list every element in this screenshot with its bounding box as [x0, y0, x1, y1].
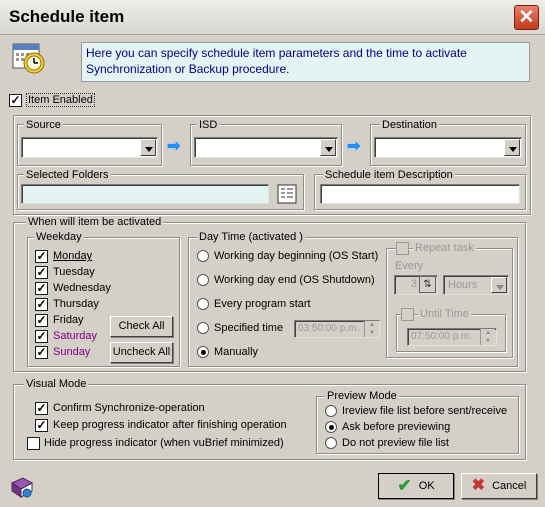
keep-progress-label: Keep progress indicator after finishing …: [53, 419, 287, 431]
saturday-checkbox[interactable]: ✓: [35, 330, 48, 343]
confirm-sync-label: Confirm Synchronize-operation: [53, 402, 205, 414]
radio-no-preview[interactable]: [325, 437, 337, 449]
uncheck-all-button[interactable]: Uncheck All: [110, 342, 173, 363]
sunday-checkbox[interactable]: ✓: [35, 346, 48, 359]
confirm-sync-checkbox[interactable]: ✓: [35, 402, 48, 415]
radio-program-start[interactable]: [197, 298, 209, 310]
weekday-label: Weekday: [34, 231, 84, 243]
item-enabled-label: Item Enabled: [26, 93, 95, 107]
radio-ask-before[interactable]: [325, 421, 337, 433]
chevron-down-icon[interactable]: [504, 139, 520, 156]
monday-checkbox[interactable]: ✓: [35, 250, 48, 263]
activation-label: When will item be activated: [26, 216, 164, 228]
program-start-label: Every program start: [214, 298, 311, 310]
hide-progress-label: Hide progress indicator (when vuBrief mi…: [44, 437, 284, 449]
window-title: Schedule item: [9, 7, 125, 26]
isd-label: ISD: [197, 119, 220, 131]
until-spin-buttons[interactable]: ▲ ▼: [480, 329, 495, 345]
destination-select[interactable]: [374, 137, 522, 158]
friday-checkbox[interactable]: ✓: [35, 314, 48, 327]
folder-browse-icon[interactable]: [277, 184, 297, 204]
ok-button[interactable]: ✔ OK: [378, 473, 454, 499]
visual-mode-label: Visual Mode: [24, 378, 89, 390]
wednesday-label: Wednesday: [53, 282, 111, 294]
spin-buttons[interactable]: ▲ ▼: [364, 321, 379, 337]
source-select[interactable]: [21, 137, 158, 158]
description-input[interactable]: [320, 184, 520, 204]
destination-label: Destination: [380, 119, 440, 131]
help-book-icon[interactable]: [9, 475, 35, 499]
preview-mode-label: Preview Mode: [325, 390, 399, 402]
x-icon: ✖: [471, 477, 486, 495]
no-preview-label: Do not preview file list: [342, 437, 449, 449]
calendar-clock-icon: [12, 41, 46, 75]
repeat-task-checkbox[interactable]: [396, 242, 409, 255]
selected-folders-label: Selected Folders: [24, 169, 111, 181]
preview-before-label: Ireview file list before sent/receive: [342, 405, 508, 417]
item-enabled-checkbox[interactable]: ✓: [9, 94, 22, 107]
monday-label: Monday: [53, 250, 93, 262]
info-text: Here you can specify schedule item param…: [81, 42, 530, 82]
until-time-label: Until Time: [418, 308, 471, 320]
chevron-down-icon[interactable]: [140, 139, 156, 156]
cancel-label: Cancel: [492, 480, 527, 493]
friday-label: Friday: [53, 314, 84, 326]
tuesday-checkbox[interactable]: ✓: [35, 266, 48, 279]
until-time-checkbox[interactable]: [401, 308, 414, 321]
every-label: Every: [395, 260, 424, 272]
radio-specified-time[interactable]: [197, 322, 209, 334]
unit-value: Hours: [448, 279, 478, 291]
close-button[interactable]: ✕: [514, 5, 539, 30]
sunday-label: Sunday: [53, 346, 91, 358]
saturday-label: Saturday: [53, 330, 98, 342]
radio-preview-before[interactable]: [325, 405, 337, 417]
radio-day-beginning[interactable]: [197, 250, 209, 262]
ok-label: OK: [418, 480, 435, 493]
wednesday-checkbox[interactable]: ✓: [35, 282, 48, 295]
source-label: Source: [24, 119, 63, 131]
hide-progress-checkbox[interactable]: [27, 437, 40, 450]
repeat-task-label: Repeat task: [413, 242, 476, 254]
cancel-button[interactable]: ✖ Cancel: [461, 473, 537, 499]
keep-progress-checkbox[interactable]: ✓: [35, 419, 48, 432]
manually-label: Manually: [214, 346, 259, 358]
radio-day-end[interactable]: [197, 274, 209, 286]
check-all-button[interactable]: Check All: [110, 316, 173, 337]
thursday-label: Thursday: [53, 298, 99, 310]
daytime-label: Day Time (activated ): [197, 231, 305, 243]
selected-folders-input[interactable]: [21, 184, 269, 204]
description-label: Schedule item Description: [323, 169, 455, 181]
ask-before-label: Ask before previewing: [342, 421, 451, 433]
until-time-value: 07:50:00 p.m.: [411, 331, 473, 342]
unit-select[interactable]: Hours: [443, 275, 509, 295]
arrow-right-icon: ➡: [347, 138, 361, 155]
isd-select[interactable]: [194, 137, 338, 158]
day-end-label: Working day end (OS Shutdown): [214, 274, 375, 286]
thursday-checkbox[interactable]: ✓: [35, 298, 48, 311]
specified-time-label: Specified time: [214, 322, 284, 334]
tuesday-label: Tuesday: [53, 266, 95, 278]
radio-manually[interactable]: [197, 346, 209, 358]
chevron-down-icon[interactable]: [320, 139, 336, 156]
check-icon: ✔: [397, 476, 412, 496]
chevron-down-icon[interactable]: [491, 277, 507, 293]
every-spin-icon[interactable]: ⇅: [419, 276, 436, 293]
arrow-right-icon: ➡: [167, 138, 181, 155]
specified-time-value: 03:50:00 p.m.: [298, 323, 360, 334]
day-beginning-label: Working day beginning (OS Start): [214, 250, 379, 262]
every-value: 3: [410, 278, 417, 290]
